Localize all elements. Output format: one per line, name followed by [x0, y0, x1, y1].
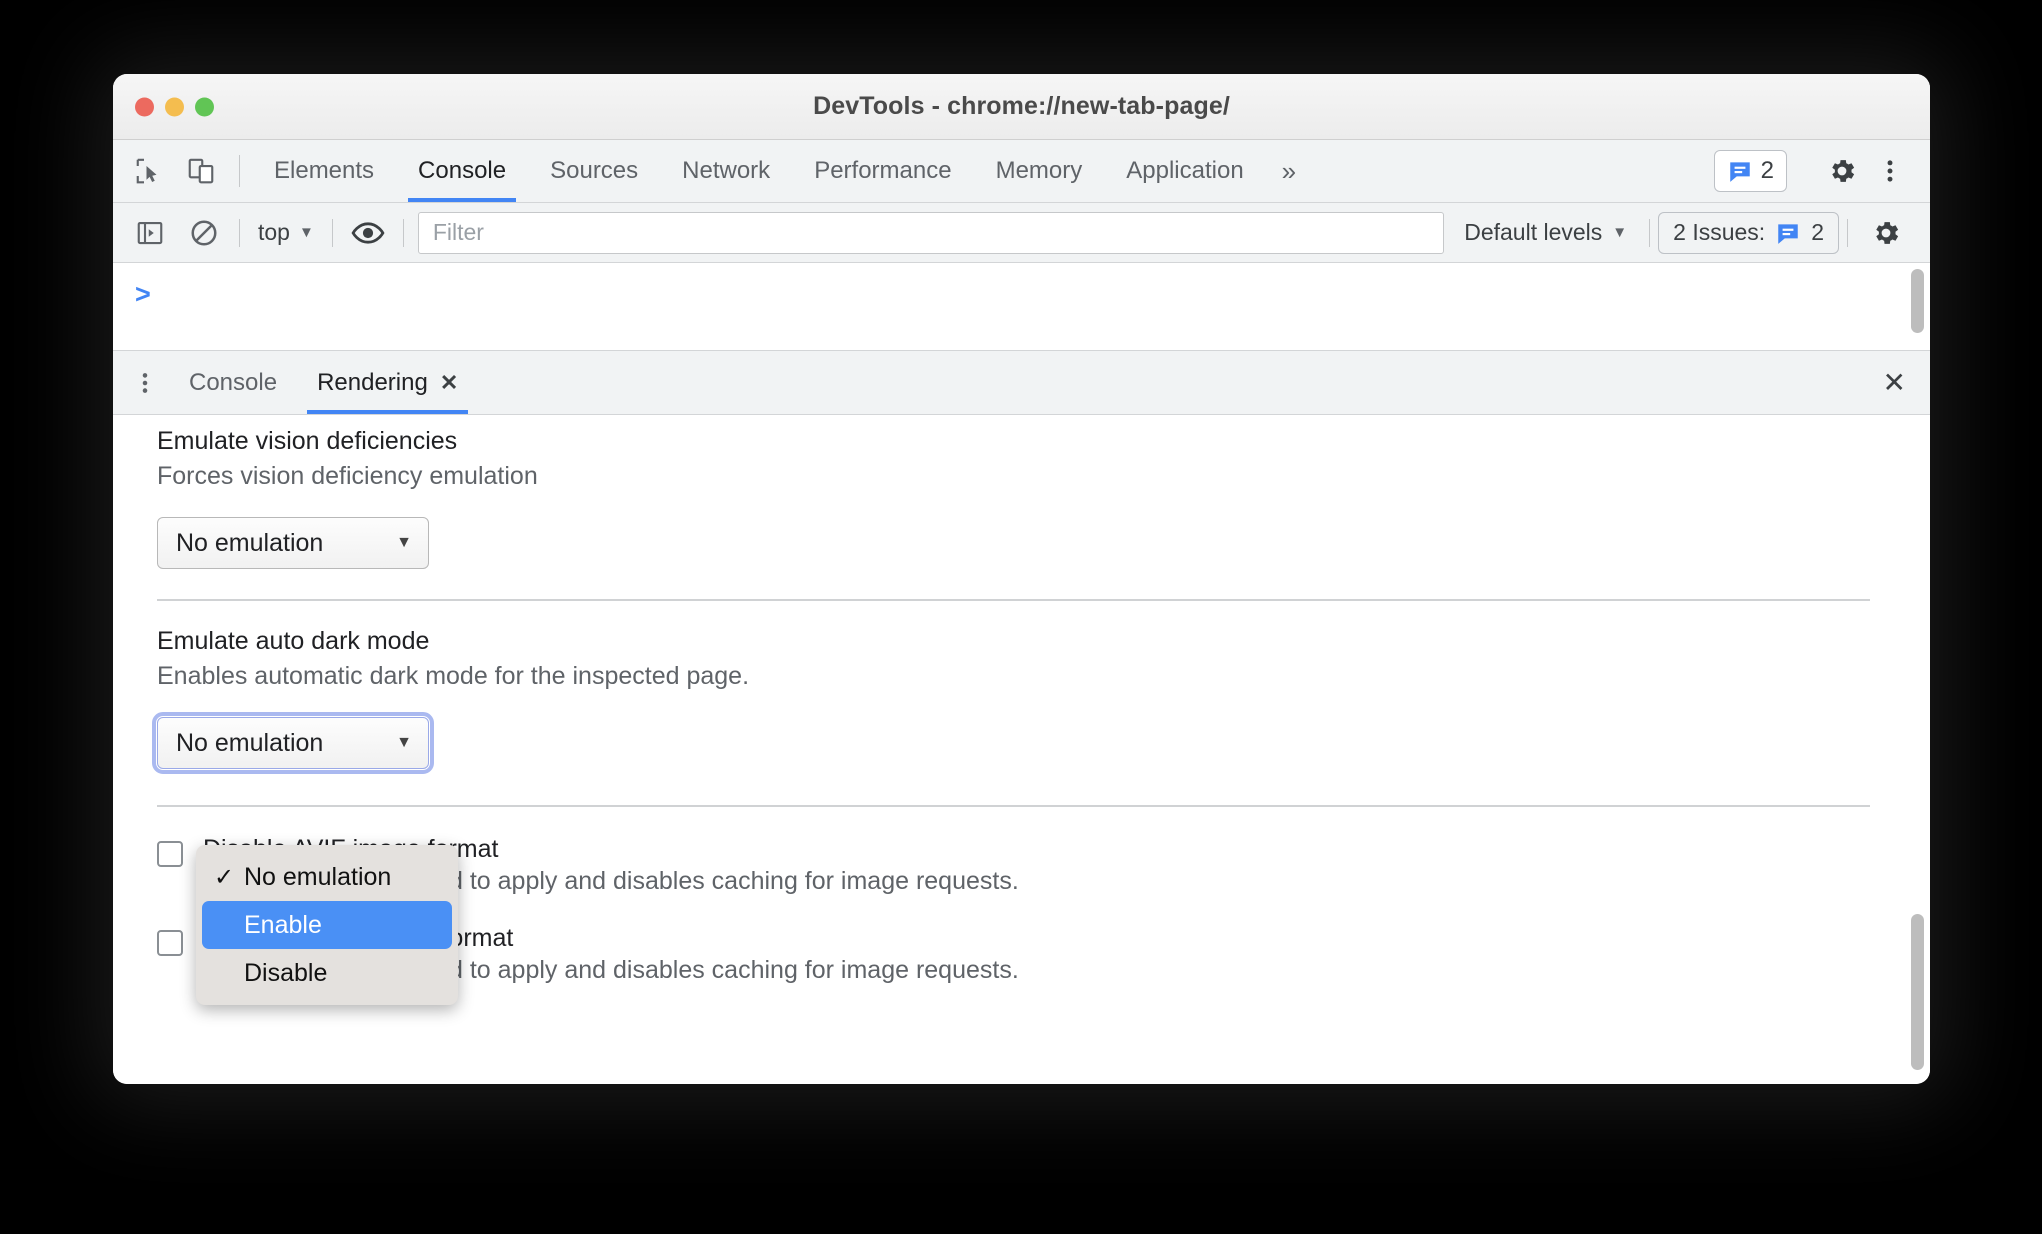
console-sidebar-icon[interactable]	[123, 218, 177, 248]
tab-label: Memory	[995, 157, 1083, 184]
tab-label: Performance	[814, 157, 952, 184]
device-toolbar-icon[interactable]	[175, 140, 227, 202]
tab-network[interactable]: Network	[660, 140, 792, 202]
drawer-tab-bar: Console Rendering ✕ ✕	[113, 351, 1930, 415]
section-divider	[157, 805, 1870, 807]
toolbar-divider	[1649, 218, 1651, 247]
issue-bubble-icon	[1729, 162, 1750, 182]
close-icon[interactable]: ✕	[440, 370, 458, 396]
setting-emulate-vision-deficiencies: Emulate vision deficiencies Forces visio…	[157, 427, 1870, 569]
rendering-scrollbar-thumb[interactable]	[1911, 914, 1924, 1070]
live-expression-eye-icon[interactable]	[341, 218, 395, 248]
close-drawer-icon[interactable]: ✕	[1859, 351, 1930, 414]
webp-checkbox[interactable]	[157, 930, 183, 956]
toolbar-divider	[331, 218, 333, 247]
console-toolbar: top ▼ Filter Default levels ▼ 2 Issues:	[113, 203, 1930, 263]
tab-label: Application	[1126, 157, 1244, 184]
issues-toolbar-badge[interactable]: 2 Issues: 2	[1658, 211, 1839, 254]
clear-console-icon[interactable]	[177, 218, 231, 248]
dropdown-option-label: Enable	[244, 910, 322, 939]
chevron-double-right-icon[interactable]: »	[1266, 140, 1312, 202]
tab-sources[interactable]: Sources	[528, 140, 660, 202]
minimize-window-button[interactable]	[165, 97, 184, 116]
tab-memory[interactable]: Memory	[974, 140, 1105, 202]
filter-input[interactable]: Filter	[417, 211, 1445, 254]
console-prompt-chevron-icon: >	[135, 279, 151, 309]
tab-console[interactable]: Console	[396, 140, 528, 202]
dropdown-option-label: No emulation	[244, 862, 392, 891]
execution-context-selector[interactable]: top ▼	[248, 219, 324, 246]
issue-bubble-icon	[1778, 223, 1798, 244]
drawer-tab-label: Rendering	[317, 368, 428, 396]
window-titlebar: DevTools - chrome://new-tab-page/	[113, 74, 1930, 140]
auto-dark-mode-dropdown-menu: ✓ No emulation Enable Disable	[196, 845, 458, 1005]
dropdown-option-enable[interactable]: Enable	[202, 901, 452, 949]
toolbar-divider	[239, 155, 240, 187]
filter-placeholder: Filter	[432, 219, 484, 245]
section-divider	[157, 599, 1870, 601]
issues-badge[interactable]: 2	[1713, 150, 1787, 192]
main-tab-bar-actions: 2	[1713, 140, 1930, 202]
toolbar-divider	[402, 218, 404, 247]
toolbar-divider	[1847, 218, 1848, 247]
auto-dark-mode-select[interactable]: No emulation ▼	[152, 712, 434, 774]
dropdown-option-no-emulation[interactable]: ✓ No emulation	[202, 853, 452, 901]
log-levels-label: Default levels	[1464, 219, 1603, 245]
select-value: No emulation	[176, 528, 324, 557]
select-value: No emulation	[176, 728, 324, 757]
gear-icon[interactable]	[1856, 217, 1916, 249]
setting-subtitle: Enables automatic dark mode for the insp…	[157, 662, 750, 690]
tab-label: Sources	[550, 157, 639, 184]
drawer-tab-rendering[interactable]: Rendering ✕	[297, 351, 478, 414]
chevron-down-icon: ▼	[298, 224, 314, 241]
issues-count: 2	[1760, 157, 1774, 184]
setting-title: Emulate vision deficiencies	[157, 427, 458, 455]
execution-context-label: top	[258, 219, 290, 245]
kebab-menu-icon[interactable]	[1872, 155, 1914, 187]
inspect-element-icon[interactable]	[123, 140, 175, 202]
avif-checkbox[interactable]	[157, 841, 183, 867]
setting-emulate-auto-dark-mode: Emulate auto dark mode Enables automatic…	[152, 627, 1870, 774]
drawer-tab-label: Console	[189, 368, 278, 396]
tab-label: Network	[682, 157, 771, 184]
setting-subtitle: Forces vision deficiency emulation	[157, 462, 538, 490]
vision-deficiency-select[interactable]: No emulation ▼	[157, 517, 429, 569]
dropdown-option-disable[interactable]: Disable	[202, 949, 452, 997]
issues-label: 2 Issues:	[1673, 219, 1766, 245]
tab-label: Elements	[274, 157, 375, 184]
chevron-down-icon: ▼	[396, 734, 412, 751]
tab-performance[interactable]: Performance	[792, 140, 973, 202]
chevron-down-icon: ▼	[1612, 224, 1628, 241]
kebab-menu-icon[interactable]	[121, 351, 169, 414]
console-scrollbar-thumb[interactable]	[1911, 269, 1924, 333]
dropdown-option-label: Disable	[244, 958, 328, 987]
close-window-button[interactable]	[135, 97, 154, 116]
traffic-lights	[135, 97, 214, 116]
tab-label: Console	[418, 157, 507, 184]
gear-icon[interactable]	[1812, 155, 1872, 187]
chevron-down-icon: ▼	[396, 534, 412, 551]
console-output-area[interactable]: >	[113, 263, 1930, 351]
main-tab-bar: Elements Console Sources Network Perform…	[113, 140, 1930, 203]
window-title: DevTools - chrome://new-tab-page/	[813, 92, 1230, 120]
toolbar-divider	[239, 218, 240, 247]
tab-elements[interactable]: Elements	[252, 140, 396, 202]
setting-title: Emulate auto dark mode	[157, 627, 430, 655]
issues-count: 2	[1811, 219, 1824, 245]
maximize-window-button[interactable]	[195, 97, 214, 116]
drawer-tab-console[interactable]: Console	[169, 351, 297, 414]
tab-application[interactable]: Application	[1104, 140, 1265, 202]
checkmark-icon: ✓	[214, 863, 235, 891]
log-levels-selector[interactable]: Default levels ▼	[1450, 219, 1641, 246]
